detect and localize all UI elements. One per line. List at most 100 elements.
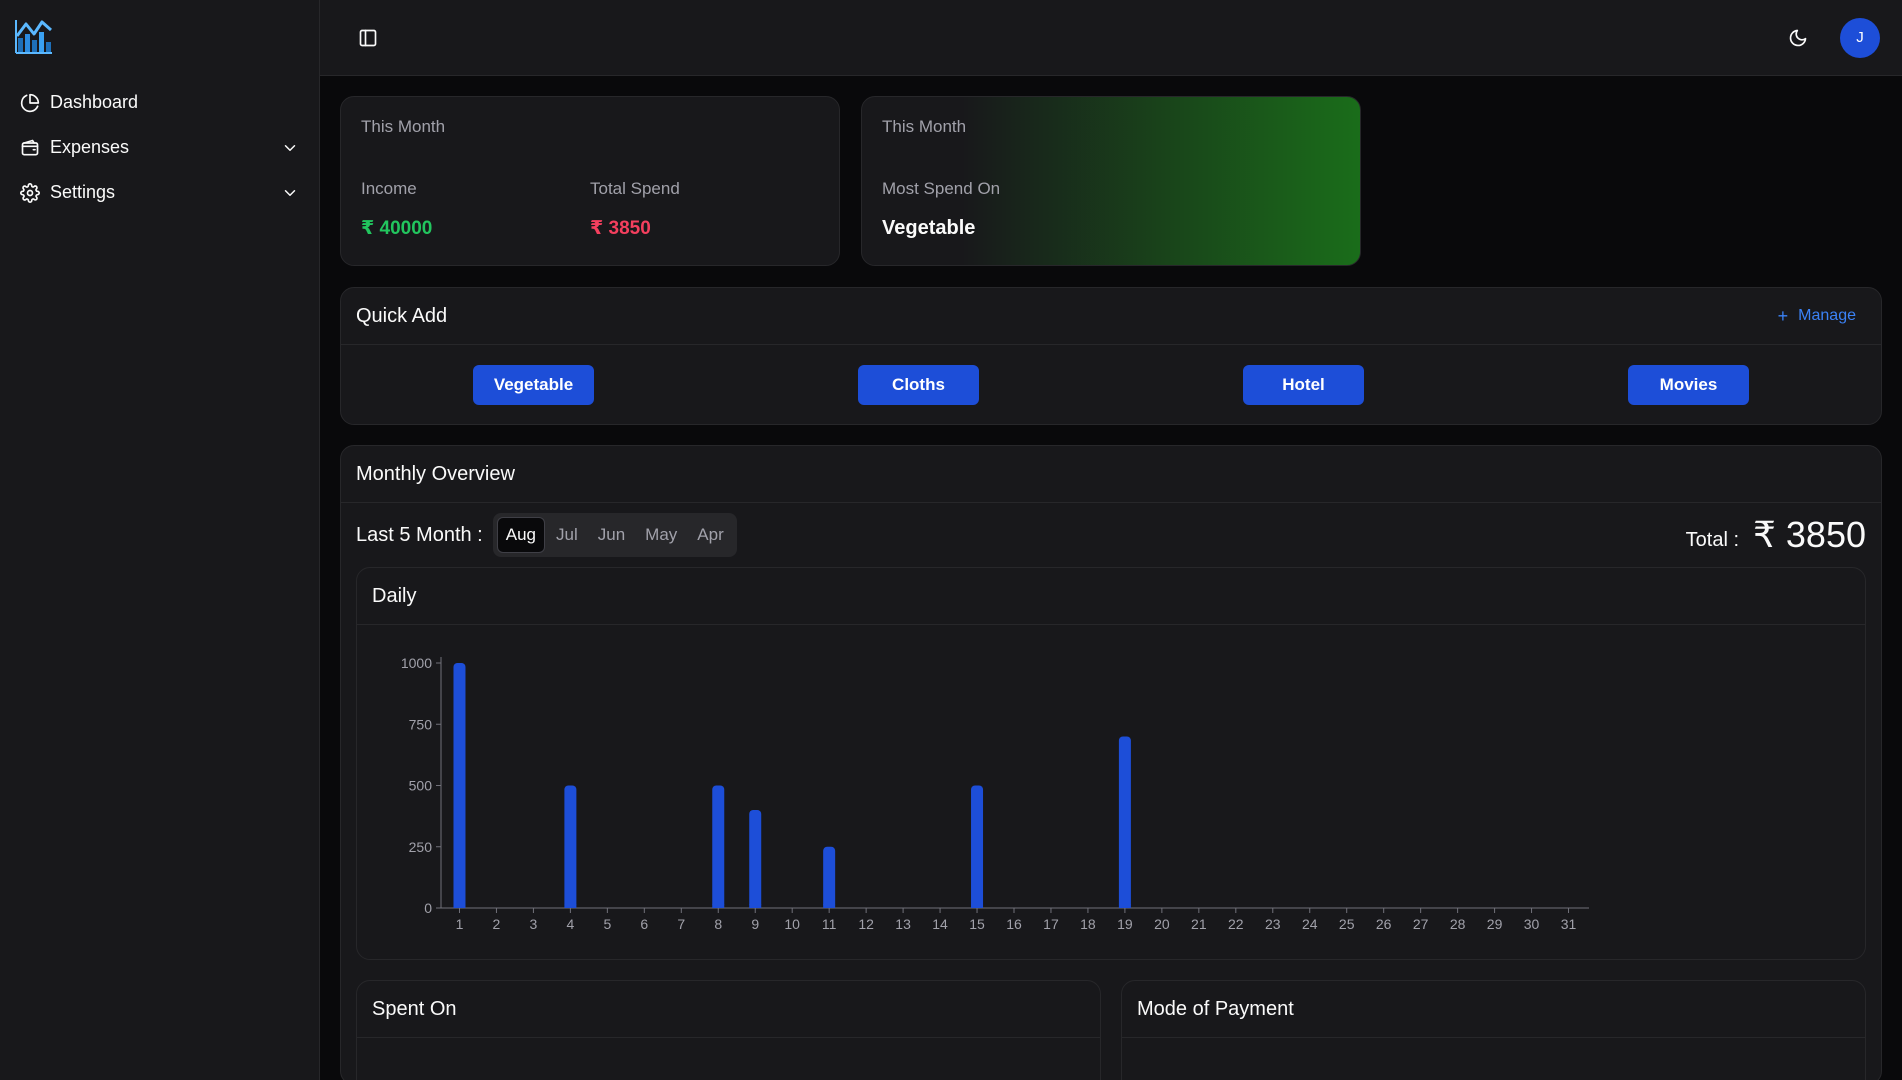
card-eyebrow: This Month — [882, 117, 967, 136]
total-label: Total : — [1685, 528, 1739, 551]
x-tick-label: 26 — [1376, 916, 1392, 932]
daily-bar[interactable] — [453, 663, 466, 908]
x-tick-label: 14 — [932, 916, 948, 932]
avatar[interactable]: J — [1840, 17, 1880, 58]
manage-link[interactable]: + Manage — [1778, 306, 1856, 327]
x-tick-label: 15 — [969, 916, 985, 932]
daily-bar-base — [971, 904, 984, 908]
income-value: ₹ 40000 — [361, 218, 433, 239]
chevron-down-icon[interactable] — [281, 184, 299, 202]
logo-chart-icon — [15, 20, 52, 54]
x-tick-label: 21 — [1191, 916, 1207, 932]
income-spend-card: This Month Income ₹ 40000 Total Spend ₹ … — [340, 96, 840, 266]
daily-bar[interactable] — [749, 810, 762, 908]
x-tick-label: 30 — [1524, 916, 1540, 932]
wallet-icon — [20, 138, 40, 158]
daily-bar[interactable] — [564, 785, 577, 909]
daily-bar[interactable] — [712, 785, 725, 909]
month-tabs: Aug Jul Jun May Apr — [492, 513, 737, 557]
x-tick-label: 22 — [1228, 916, 1244, 932]
daily-bar-base — [749, 904, 762, 908]
y-tick-label: 750 — [409, 716, 433, 732]
x-tick-label: 5 — [603, 916, 611, 932]
last-months-label: Last 5 Month : — [356, 523, 483, 546]
pie-chart-icon — [20, 93, 40, 113]
quick-add-title: Quick Add — [356, 304, 448, 327]
sidebar-item-label: Dashboard — [50, 92, 139, 112]
daily-chart-card: Daily 0 250 500 750 1000 1 2 3 4 5 6 7 8 9 10 11 12 13 14 1… — [356, 567, 1866, 960]
most-spend-label: Most Spend On — [882, 179, 1001, 198]
monthly-overview-title: Monthly Overview — [356, 462, 515, 485]
daily-chart-title: Daily — [372, 584, 417, 607]
x-tick-label: 12 — [858, 916, 874, 932]
x-tick-label: 8 — [714, 916, 722, 932]
x-tick-label: 9 — [751, 916, 759, 932]
x-tick-label: 25 — [1339, 916, 1355, 932]
x-tick-label: 27 — [1413, 916, 1429, 932]
summary-cards: This Month Income ₹ 40000 Total Spend ₹ … — [340, 96, 1882, 266]
panel-left-icon — [359, 29, 377, 46]
daily-bar[interactable] — [971, 785, 984, 909]
x-tick-label: 17 — [1043, 916, 1059, 932]
x-tick-label: 2 — [493, 916, 501, 932]
x-tick-label: 6 — [640, 916, 648, 932]
daily-chart: 0 250 500 750 1000 1 2 3 4 5 6 7 8 9 10 11 12 13 14 15 16 17 1… — [357, 625, 1865, 959]
total-value: ₹ 3850 — [1753, 514, 1866, 555]
sidebar-toggle-button[interactable] — [348, 18, 388, 58]
main-area: J This Month Income ₹ 40000 Total Spend … — [320, 0, 1902, 1080]
sidebar-nav: Dashboard Expenses Settings — [0, 76, 319, 219]
y-tick-label: 1000 — [401, 655, 432, 671]
y-tick-label: 500 — [409, 778, 433, 794]
income-label: Income — [361, 179, 417, 198]
moon-icon — [1789, 29, 1807, 46]
y-tick-label: 250 — [409, 839, 433, 855]
daily-bar-base — [712, 904, 725, 908]
spent-on-title: Spent On — [372, 997, 457, 1020]
mode-of-payment-title: Mode of Payment — [1137, 997, 1294, 1020]
sidebar-item-label: Expenses — [50, 137, 130, 157]
x-tick-label: 4 — [566, 916, 574, 932]
tab-apr[interactable]: Apr — [688, 517, 732, 553]
tab-aug[interactable]: Aug — [496, 517, 545, 553]
quick-add-movies-button[interactable]: Movies — [1628, 365, 1749, 405]
x-tick-label: 16 — [1006, 916, 1022, 932]
manage-label: Manage — [1798, 307, 1856, 324]
card-eyebrow: This Month — [361, 117, 446, 136]
x-tick-label: 31 — [1561, 916, 1577, 932]
sidebar-item-settings[interactable]: Settings — [12, 170, 307, 215]
quick-add-panel: Quick Add + Manage Vegetable Cloths Hote… — [340, 287, 1882, 425]
dashboard-content: This Month Income ₹ 40000 Total Spend ₹ … — [320, 76, 1902, 1080]
gear-icon — [20, 182, 40, 203]
daily-bar[interactable] — [823, 846, 836, 908]
tab-jul[interactable]: Jul — [547, 517, 587, 553]
sidebar-item-label: Settings — [50, 182, 116, 202]
sidebar-item-expenses[interactable]: Expenses — [12, 125, 307, 170]
x-tick-label: 13 — [895, 916, 911, 932]
x-tick-label: 10 — [784, 916, 800, 932]
quick-add-vegetable-button[interactable]: Vegetable — [473, 365, 594, 405]
spent-on-card: Spent On — [356, 980, 1101, 1080]
theme-toggle-button[interactable] — [1778, 18, 1818, 58]
daily-bar-chart: 025050075010001 2 3 4 5 6 7 8 9 10 11 12 13 14 15 16 17 1… — [401, 655, 1589, 932]
x-tick-label: 1 — [456, 916, 464, 932]
mode-of-payment-card: Mode of Payment — [1121, 980, 1866, 1080]
x-tick-label: 29 — [1487, 916, 1503, 932]
tab-may[interactable]: May — [636, 517, 686, 553]
quick-add-hotel-button[interactable]: Hotel — [1243, 365, 1364, 405]
tab-jun[interactable]: Jun — [589, 517, 634, 553]
daily-bar-base — [564, 904, 577, 908]
daily-bar[interactable] — [1118, 736, 1131, 909]
x-tick-label: 18 — [1080, 916, 1096, 932]
x-tick-label: 3 — [530, 916, 538, 932]
daily-bar-base — [1118, 904, 1131, 908]
chevron-down-icon[interactable] — [281, 139, 299, 157]
x-tick-label: 7 — [677, 916, 685, 932]
app-logo[interactable] — [0, 0, 319, 76]
daily-bar-base — [453, 904, 466, 908]
quick-add-cloths-button[interactable]: Cloths — [858, 365, 979, 405]
x-tick-label: 28 — [1450, 916, 1466, 932]
x-tick-label: 11 — [822, 916, 837, 932]
x-tick-label: 19 — [1117, 916, 1133, 932]
x-tick-label: 20 — [1154, 916, 1170, 932]
sidebar-item-dashboard[interactable]: Dashboard — [12, 80, 307, 125]
